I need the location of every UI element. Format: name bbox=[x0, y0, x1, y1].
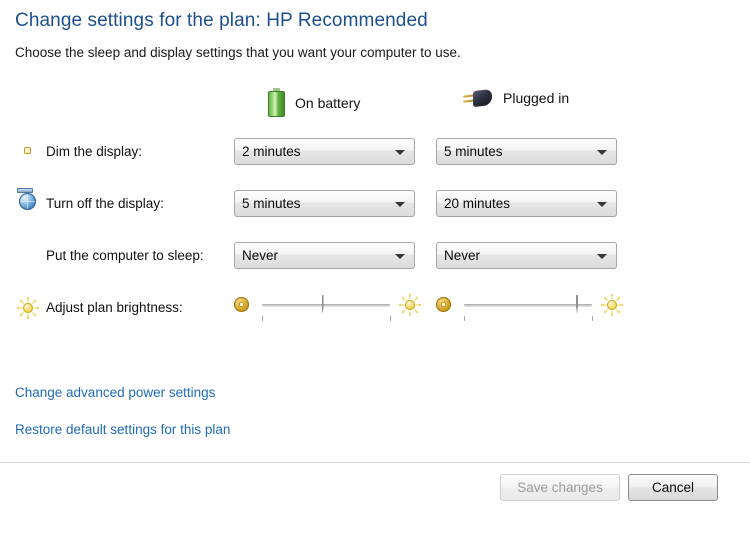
high-brightness-icon bbox=[601, 294, 623, 316]
column-header-on-battery-label: On battery bbox=[295, 94, 361, 111]
dropdown-sleep-plugged-in-value: Never bbox=[444, 248, 481, 263]
slider-thumb[interactable] bbox=[576, 295, 591, 318]
dropdown-dim-display-on-battery[interactable]: 2 minutes bbox=[234, 138, 415, 165]
battery-icon bbox=[268, 88, 285, 117]
page-subtitle: Choose the sleep and display settings th… bbox=[15, 45, 461, 60]
slider-thumb[interactable] bbox=[321, 295, 337, 318]
chevron-down-icon bbox=[597, 150, 607, 155]
brightness-icon bbox=[17, 297, 39, 319]
setting-row-sleep: Put the computer to sleep: Never Never bbox=[0, 242, 750, 282]
turn-off-display-icon bbox=[17, 188, 39, 215]
slider-brightness-on-battery[interactable] bbox=[234, 294, 421, 330]
column-header-on-battery: On battery bbox=[268, 88, 360, 117]
column-header-plugged-in: Plugged in bbox=[462, 88, 570, 108]
footer-separator bbox=[0, 462, 750, 463]
save-changes-button[interactable]: Save changes bbox=[500, 474, 620, 501]
setting-label-sleep: Put the computer to sleep: bbox=[46, 248, 204, 263]
dropdown-sleep-plugged-in[interactable]: Never bbox=[436, 242, 617, 269]
high-brightness-icon bbox=[399, 294, 421, 316]
setting-row-turn-off-display: Turn off the display: 5 minutes 20 minut… bbox=[0, 188, 750, 230]
setting-row-dim-display: Dim the display: 2 minutes 5 minutes bbox=[0, 138, 750, 178]
low-brightness-icon bbox=[436, 297, 451, 312]
chevron-down-icon bbox=[395, 150, 405, 155]
dropdown-turn-off-display-plugged-in-value: 20 minutes bbox=[444, 196, 511, 211]
power-plug-icon bbox=[462, 88, 493, 108]
slider-ticks bbox=[464, 316, 593, 322]
dropdown-turn-off-display-on-battery[interactable]: 5 minutes bbox=[234, 190, 415, 217]
cancel-button[interactable]: Cancel bbox=[628, 474, 718, 501]
chevron-down-icon bbox=[597, 254, 607, 259]
page-title: Change settings for the plan: HP Recomme… bbox=[15, 10, 428, 31]
setting-label-dim-display: Dim the display: bbox=[46, 144, 143, 159]
dropdown-dim-display-plugged-in-value: 5 minutes bbox=[444, 144, 503, 159]
dim-display-icon bbox=[17, 141, 39, 163]
column-header-plugged-in-label: Plugged in bbox=[503, 90, 570, 106]
sleep-icon bbox=[17, 245, 39, 267]
slider-track[interactable] bbox=[464, 304, 592, 307]
link-restore-default-settings[interactable]: Restore default settings for this plan bbox=[15, 422, 230, 437]
dropdown-turn-off-display-on-battery-value: 5 minutes bbox=[242, 196, 301, 211]
setting-label-brightness: Adjust plan brightness: bbox=[46, 300, 183, 315]
dropdown-sleep-on-battery-value: Never bbox=[242, 248, 279, 263]
chevron-down-icon bbox=[395, 202, 405, 207]
low-brightness-icon bbox=[234, 297, 249, 312]
link-change-advanced-power-settings[interactable]: Change advanced power settings bbox=[15, 385, 215, 400]
dropdown-dim-display-plugged-in[interactable]: 5 minutes bbox=[436, 138, 617, 165]
setting-label-turn-off-display: Turn off the display: bbox=[46, 196, 164, 211]
slider-brightness-plugged-in[interactable] bbox=[436, 294, 623, 330]
chevron-down-icon bbox=[597, 202, 607, 207]
dropdown-turn-off-display-plugged-in[interactable]: 20 minutes bbox=[436, 190, 617, 217]
chevron-down-icon bbox=[395, 254, 405, 259]
dropdown-sleep-on-battery[interactable]: Never bbox=[234, 242, 415, 269]
dropdown-dim-display-on-battery-value: 2 minutes bbox=[242, 144, 301, 159]
setting-row-brightness: Adjust plan brightness: bbox=[0, 294, 750, 334]
